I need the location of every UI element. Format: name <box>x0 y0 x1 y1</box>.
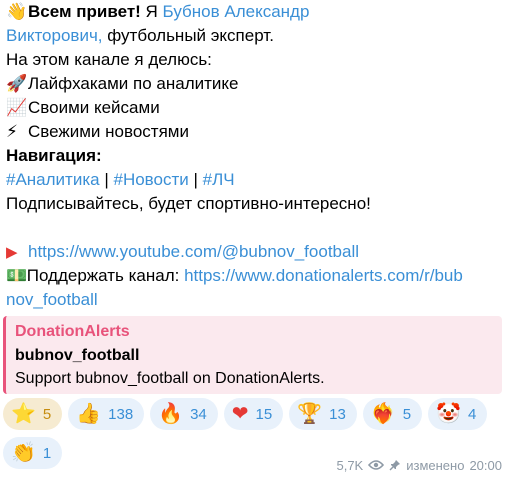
thumbs-up-icon: 👍 <box>76 403 102 425</box>
hashtag-cl[interactable]: #ЛЧ <box>203 170 235 189</box>
hashtag-analytics[interactable]: #Аналитика <box>6 170 100 189</box>
nav-separator: | <box>99 170 114 189</box>
nav-tags: #Аналитика | #Новости | #ЛЧ <box>6 168 504 192</box>
support-label: Поддержать канал: <box>22 266 185 285</box>
rocket-icon: 🚀 <box>6 74 28 93</box>
reaction-thumbs-up-button[interactable]: 👍 138 <box>68 398 145 430</box>
pin-icon <box>389 459 401 471</box>
reactions-row: ⭐ 5 👍 138 🔥 34 ❤ 15 🏆 13 ❤‍🔥 5 🤡 4 <box>3 398 508 431</box>
star-icon: ⭐ <box>11 403 36 425</box>
reaction-heart-fire-button[interactable]: ❤‍🔥 5 <box>362 398 423 430</box>
hashtag-news[interactable]: #Новости <box>113 170 188 189</box>
donation-link-cont[interactable]: nov_football <box>6 290 98 309</box>
message-time: 20:00 <box>469 457 502 473</box>
list-item: 🚀Лайфхаками по аналитике <box>6 72 504 96</box>
preview-site-name: DonationAlerts <box>15 323 130 340</box>
edited-label: изменено <box>406 457 465 473</box>
nav-separator: | <box>188 170 203 189</box>
list-item-text: Своими кейсами <box>28 98 160 117</box>
waving-hand-icon: 👋 <box>6 2 28 21</box>
view-count: 5,7K <box>336 457 364 473</box>
reaction-count: 34 <box>190 405 207 423</box>
author-mention-1[interactable]: Бубнов Александр <box>163 2 310 21</box>
donation-link[interactable]: https://www.donationalerts.com/r/bub <box>184 266 463 285</box>
reaction-trophy-button[interactable]: 🏆 13 <box>289 398 357 430</box>
youtube-link[interactable]: https://www.youtube.com/@bubnov_football <box>28 242 359 261</box>
subscribe-text: Подписывайтесь, будет спортивно-интересн… <box>6 194 371 213</box>
youtube-icon: ▶ <box>6 244 18 261</box>
heart-on-fire-icon: ❤‍🔥 <box>370 403 396 425</box>
preview-description: Support bubnov_football on DonationAlert… <box>15 370 325 387</box>
clown-icon: 🤡 <box>436 403 461 425</box>
author-line: Викторович, футбольный эксперт. <box>6 24 504 48</box>
chart-increasing-icon: 📈 <box>6 98 28 117</box>
money-icon: 💵 <box>6 266 28 285</box>
share-intro: На этом канале я делюсь: <box>6 50 212 69</box>
message-meta: 5,7K изменено 20:00 <box>336 455 502 475</box>
youtube-line: ▶ https://www.youtube.com/@bubnov_footbal… <box>6 240 504 264</box>
support-line-2: nov_football <box>6 288 504 312</box>
eye-icon <box>368 460 385 470</box>
trophy-icon: 🏆 <box>297 403 323 425</box>
message-text: 👋Всем привет! Я Бубнов Александр Викторо… <box>6 0 504 312</box>
greeting-pre: Я <box>140 2 163 21</box>
reaction-count: 13 <box>329 405 346 423</box>
list-item-text: Лайфхаками по аналитике <box>28 74 239 93</box>
author-role: футбольный эксперт. <box>102 26 274 45</box>
reaction-count: 1 <box>42 444 52 462</box>
reaction-count: 5 <box>402 405 412 423</box>
reaction-count: 138 <box>108 405 134 423</box>
reaction-heart-button[interactable]: ❤ 15 <box>223 398 284 430</box>
reaction-clown-button[interactable]: 🤡 4 <box>428 398 488 430</box>
greeting-line: 👋Всем привет! Я Бубнов Александр <box>6 0 504 24</box>
reaction-count: 5 <box>42 405 52 423</box>
reaction-count: 4 <box>467 405 477 423</box>
fire-icon: 🔥 <box>158 403 184 425</box>
heart-icon: ❤ <box>231 403 249 425</box>
list-item: 📈Своими кейсами <box>6 96 504 120</box>
author-mention-2[interactable]: Викторович, <box>6 26 103 45</box>
clapping-hands-icon: 👏 <box>11 442 36 464</box>
reaction-star-button[interactable]: ⭐ 5 <box>3 398 63 430</box>
nav-title: Навигация: <box>6 146 102 165</box>
preview-title: bubnov_football <box>15 347 140 364</box>
support-line: 💵 Поддержать канал: https://www.donation… <box>6 264 504 288</box>
list-item: ⚡ Свежими новостями <box>6 120 504 144</box>
reaction-count: 15 <box>255 405 273 423</box>
lightning-icon: ⚡ <box>6 122 18 141</box>
reaction-fire-button[interactable]: 🔥 34 <box>150 398 218 430</box>
list-item-text: Свежими новостями <box>28 122 189 141</box>
greeting-bold: Всем привет! <box>28 2 141 21</box>
reaction-clap-button[interactable]: 👏 1 <box>3 437 63 469</box>
link-preview[interactable]: DonationAlerts bubnov_football Support b… <box>3 316 502 394</box>
